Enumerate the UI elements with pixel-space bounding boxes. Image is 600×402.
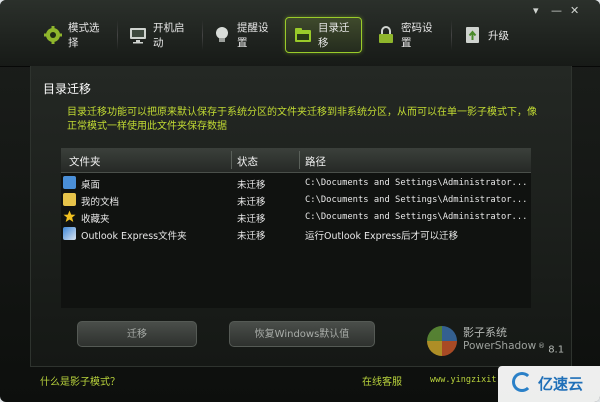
column-header-path[interactable]: 路径 (305, 154, 326, 169)
tab-directory-migration[interactable]: 目录迁移 (285, 17, 362, 53)
menu-icon[interactable]: ▾ (533, 4, 539, 17)
star-icon (63, 210, 76, 223)
tab-label: 升级 (488, 29, 509, 42)
registered-mark: ® (538, 342, 545, 350)
table-row[interactable]: Outlook Express文件夹 未迁移 运行Outlook Express… (61, 226, 531, 243)
divider (451, 20, 452, 50)
folder-path: C:\Documents and Settings\Administrator.… (305, 212, 528, 222)
toolbar: ▾ — ✕ 模式选择 开机启动 提醒设置 目录迁移 密码设置 升级 (0, 0, 600, 67)
tab-label: 开机启动 (153, 22, 185, 49)
online-support-link[interactable]: 在线客服 (362, 373, 402, 388)
bulb-icon (212, 25, 232, 45)
table-row[interactable]: 我的文档 未迁移 C:\Documents and Settings\Admin… (61, 192, 531, 209)
folder-path: C:\Documents and Settings\Administrator.… (305, 195, 528, 205)
lock-icon (376, 25, 396, 45)
watermark-logo-icon (512, 372, 532, 392)
folder-name: Outlook Express文件夹 (81, 231, 187, 242)
folder-table: 文件夹 状态 路径 桌面 未迁移 C:\Documents and Settin… (61, 148, 531, 308)
column-divider[interactable] (231, 151, 232, 169)
folder-status: 未迁移 (237, 231, 266, 242)
documents-icon (63, 193, 76, 206)
tab-reminder[interactable]: 提醒设置 (205, 17, 283, 53)
folder-status: 未迁移 (237, 180, 266, 191)
folder-status: 未迁移 (237, 197, 266, 208)
tab-label: 提醒设置 (237, 22, 269, 49)
migrate-button[interactable]: 迁移 (77, 321, 197, 347)
close-button[interactable]: ✕ (570, 4, 579, 17)
column-header-status[interactable]: 状态 (237, 154, 258, 169)
tab-startup[interactable]: 开机启动 (121, 17, 199, 53)
migration-panel: 目录迁移 目录迁移功能可以把原来默认保存于系统分区的文件夹迁移到非系统分区，从而… (30, 66, 572, 367)
desktop-icon (63, 176, 76, 189)
table-row[interactable]: 收藏夹 未迁移 C:\Documents and Settings\Admini… (61, 209, 531, 226)
folder-name: 桌面 (81, 180, 101, 191)
tab-label: 模式选择 (68, 22, 100, 49)
version-number: 8.1 (548, 344, 565, 356)
watermark-text: 亿速云 (538, 375, 584, 393)
folder-status: 未迁移 (237, 214, 266, 225)
folder-path: 运行Outlook Express后才可以迁移 (305, 231, 459, 242)
column-divider[interactable] (299, 151, 300, 169)
brand-version: ® 8.1 (538, 342, 564, 355)
tab-label: 目录迁移 (318, 22, 350, 49)
tab-mode-select[interactable]: 模式选择 (36, 17, 114, 53)
app-window: ▾ — ✕ 模式选择 开机启动 提醒设置 目录迁移 密码设置 升级 目录迁移 目… (0, 0, 600, 402)
table-row[interactable]: 桌面 未迁移 C:\Documents and Settings\Adminis… (61, 175, 531, 192)
upgrade-icon (463, 25, 483, 45)
table-header: 文件夹 状态 路径 (61, 148, 531, 173)
tab-label: 密码设置 (401, 22, 433, 49)
divider (202, 20, 203, 50)
divider (117, 20, 118, 50)
tab-upgrade[interactable]: 升级 (456, 17, 518, 53)
minimize-button[interactable]: — (551, 4, 562, 17)
brand-logo-icon (427, 326, 457, 356)
folder-path: C:\Documents and Settings\Administrator.… (305, 178, 528, 188)
website-link[interactable]: www.yingzixit (430, 375, 497, 385)
gear-icon (43, 25, 63, 45)
folder-name: 收藏夹 (81, 214, 110, 225)
restore-defaults-button[interactable]: 恢复Windows默认值 (229, 321, 375, 347)
help-link[interactable]: 什么是影子模式？ (40, 373, 120, 388)
monitor-icon (128, 25, 148, 45)
folder-name: 我的文档 (81, 197, 120, 208)
column-header-folder[interactable]: 文件夹 (69, 154, 101, 169)
outlook-icon (63, 227, 76, 240)
tab-password[interactable]: 密码设置 (369, 17, 447, 53)
brand-name: 影子系统 (463, 326, 507, 339)
panel-title: 目录迁移 (43, 82, 92, 96)
brand-product: PowerShadow (463, 340, 537, 352)
folder-icon (293, 25, 313, 45)
panel-description: 目录迁移功能可以把原来默认保存于系统分区的文件夹迁移到非系统分区，从而可以在单一… (67, 107, 537, 132)
